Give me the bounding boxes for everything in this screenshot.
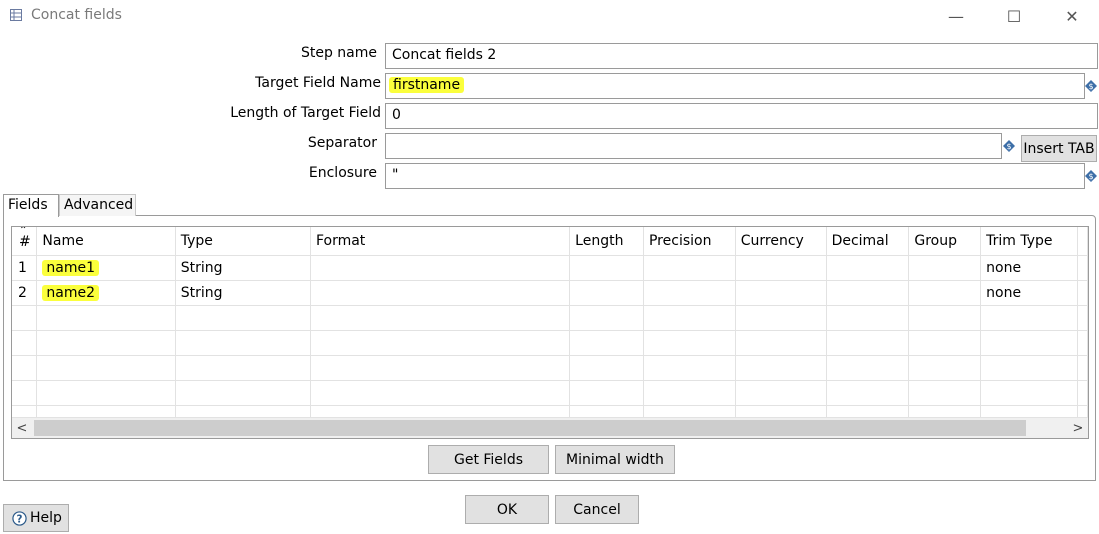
help-button[interactable]: ? Help — [3, 504, 69, 532]
cell-name-value: name2 — [42, 285, 100, 301]
minimal-width-button[interactable]: Minimal width — [555, 445, 675, 474]
get-fields-button[interactable]: Get Fields — [428, 445, 549, 474]
insert-tab-button[interactable]: Insert TAB — [1021, 135, 1097, 162]
table-header-row: ⌃ # Name Type Format Length Precision Cu… — [12, 227, 1088, 256]
svg-text:?: ? — [17, 513, 23, 525]
svg-text:$: $ — [1006, 142, 1011, 151]
cell-name[interactable]: name2 — [36, 280, 176, 306]
column-header-group[interactable]: Group — [908, 227, 982, 256]
row-number: 2 — [12, 280, 38, 306]
step-name-value: Concat fields 2 — [392, 47, 497, 63]
column-header-name[interactable]: Name — [36, 227, 176, 256]
cell-name[interactable]: name1 — [36, 255, 176, 281]
separator-label: Separator — [307, 135, 377, 151]
scrollbar-thumb[interactable] — [34, 420, 1026, 436]
enclosure-input[interactable]: " — [385, 163, 1085, 189]
column-header-type[interactable]: Type — [175, 227, 311, 256]
cell-overflow[interactable] — [1077, 255, 1088, 281]
empty-row — [12, 380, 1088, 406]
cell-overflow[interactable] — [1077, 280, 1088, 306]
column-header-trim-type[interactable]: Trim Type — [980, 227, 1078, 256]
cell-type[interactable]: String — [175, 255, 311, 281]
length-target-field-input[interactable]: 0 — [385, 103, 1098, 129]
ok-button[interactable]: OK — [465, 495, 549, 524]
minimize-button[interactable]: — — [933, 0, 979, 32]
svg-text:$: $ — [1088, 82, 1093, 91]
enclosure-value: " — [392, 167, 399, 183]
column-header-format[interactable]: Format — [310, 227, 571, 256]
row-number: 1 — [12, 255, 38, 281]
enclosure-variable-icon[interactable]: $ — [1085, 170, 1097, 182]
column-header-length[interactable]: Length — [569, 227, 644, 256]
column-header-number[interactable]: ⌃ # — [12, 227, 38, 256]
target-field-name-input[interactable]: firstname — [385, 73, 1085, 99]
scroll-left-icon[interactable]: < — [12, 419, 32, 437]
table-row[interactable]: 1 name1 String none — [12, 255, 1088, 281]
fields-table: ⌃ # Name Type Format Length Precision Cu… — [11, 226, 1089, 439]
app-icon — [10, 9, 22, 21]
target-field-name-label: Target Field Name — [255, 75, 381, 91]
length-target-field-value: 0 — [392, 107, 401, 123]
cell-format[interactable] — [310, 280, 571, 306]
svg-text:$: $ — [1088, 172, 1093, 181]
cell-trim-type[interactable]: none — [980, 255, 1078, 281]
cell-decimal[interactable] — [826, 280, 910, 306]
cell-precision[interactable] — [643, 280, 736, 306]
column-header-precision[interactable]: Precision — [643, 227, 736, 256]
separator-input[interactable] — [385, 133, 1002, 159]
window-title: Concat fields — [31, 7, 122, 23]
empty-row — [12, 355, 1088, 381]
empty-row — [12, 330, 1088, 356]
separator-variable-icon[interactable]: $ — [1003, 140, 1015, 152]
empty-row — [12, 305, 1088, 331]
title-bar: Concat fields — ☐ ✕ — [0, 0, 1099, 32]
horizontal-scrollbar[interactable]: < > — [12, 417, 1088, 438]
cell-name-value: name1 — [42, 260, 100, 276]
column-header-overflow[interactable] — [1077, 227, 1088, 256]
step-name-label: Step name — [300, 45, 377, 61]
help-icon: ? — [12, 510, 27, 526]
maximize-button[interactable]: ☐ — [991, 0, 1037, 32]
target-field-name-value: firstname — [389, 77, 465, 93]
enclosure-label: Enclosure — [308, 165, 377, 181]
column-header-decimal[interactable]: Decimal — [826, 227, 910, 256]
step-name-input[interactable]: Concat fields 2 — [385, 43, 1098, 69]
scroll-right-icon[interactable]: > — [1068, 419, 1088, 437]
cell-currency[interactable] — [735, 280, 827, 306]
column-header-currency[interactable]: Currency — [735, 227, 827, 256]
cell-length[interactable] — [569, 255, 644, 281]
help-label: Help — [30, 510, 62, 526]
tab-advanced[interactable]: Advanced — [59, 194, 136, 216]
close-button[interactable]: ✕ — [1049, 0, 1095, 32]
cell-length[interactable] — [569, 280, 644, 306]
cell-precision[interactable] — [643, 255, 736, 281]
length-target-field-label: Length of Target Field — [230, 105, 381, 121]
cell-currency[interactable] — [735, 255, 827, 281]
cell-group[interactable] — [908, 255, 982, 281]
cell-trim-type[interactable]: none — [980, 280, 1078, 306]
cell-format[interactable] — [310, 255, 571, 281]
variable-icon[interactable]: $ — [1085, 80, 1097, 92]
fields-grid: ⌃ # Name Type Format Length Precision Cu… — [12, 227, 1088, 431]
tab-fields[interactable]: Fields — [3, 194, 59, 217]
cell-type[interactable]: String — [175, 280, 311, 306]
cell-decimal[interactable] — [826, 255, 910, 281]
cell-group[interactable] — [908, 280, 982, 306]
cancel-button[interactable]: Cancel — [555, 495, 639, 524]
table-row[interactable]: 2 name2 String none — [12, 280, 1088, 306]
